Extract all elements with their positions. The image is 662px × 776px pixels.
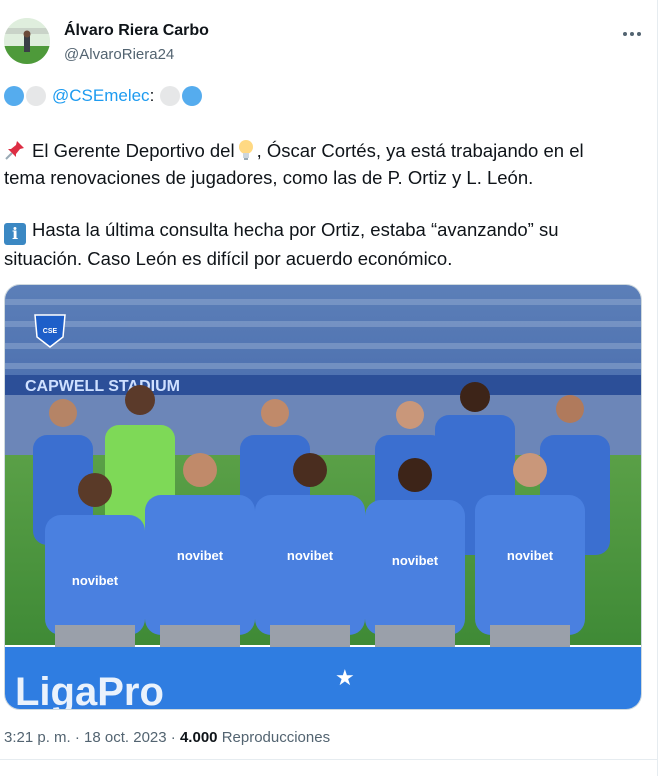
tweet-photo[interactable]: CAPWELL STADIUM CSE novibet novibet novi… — [4, 284, 642, 710]
mention-link[interactable]: @CSEmelec — [52, 84, 150, 108]
information-icon: i — [4, 223, 26, 245]
lightbulb-icon — [238, 140, 253, 160]
stadium-banner-text: CAPWELL STADIUM — [25, 378, 180, 395]
author-handle[interactable]: @AlvaroRiera24 — [64, 46, 174, 63]
paragraph1-text-before: El Gerente Deportivo del — [32, 140, 235, 161]
tweet-card: Álvaro Riera Carbo @AlvaroRiera24 @CSEme… — [0, 0, 662, 776]
author-name[interactable]: Álvaro Riera Carbo — [64, 22, 209, 40]
divider — [0, 759, 657, 760]
shirt-sponsor-text: novibet — [177, 548, 224, 563]
pushpin-icon — [5, 141, 24, 160]
white-circle-icon — [26, 86, 46, 106]
paragraph2-text: Hasta la última consulta hecha por Ortiz… — [4, 219, 559, 269]
avatar[interactable] — [4, 18, 50, 64]
tweet-paragraph-2: i Hasta la última consulta hecha por Orti… — [4, 216, 628, 272]
blue-circle-icon — [182, 86, 203, 106]
shirt-sponsor-text: novibet — [287, 548, 334, 563]
tweet-time[interactable]: 3:21 p. m. — [4, 729, 71, 746]
svg-text:★: ★ — [335, 666, 355, 691]
shirt-sponsor-text: novibet — [72, 573, 119, 588]
shirt-sponsor-text: novibet — [392, 553, 439, 568]
more-options-icon[interactable] — [618, 20, 646, 48]
views-count: 4.000 — [179, 729, 218, 746]
tweet-footer: 3:21 p. m. · 18 oct. 2023 · 4.000 Reprod… — [4, 729, 330, 746]
svg-text:CSE: CSE — [43, 328, 58, 335]
tweet-date[interactable]: 18 oct. 2023 — [84, 729, 167, 746]
mention-suffix: : — [149, 86, 155, 105]
footer-separator: · — [170, 729, 176, 746]
tweet-header: Álvaro Riera Carbo @AlvaroRiera24 — [4, 18, 646, 70]
divider — [657, 0, 658, 776]
mention-line: @CSEmelec : — [4, 84, 204, 108]
tweet-paragraph-1: El Gerente Deportivo del , Óscar Cortés,… — [4, 137, 628, 191]
white-circle-icon — [160, 86, 181, 106]
footer-separator: · — [74, 729, 80, 746]
ad-board-text: LigaPro — [15, 670, 164, 710]
blue-circle-icon — [4, 86, 24, 106]
views-label: Reproducciones — [221, 729, 331, 746]
shirt-sponsor-text: novibet — [507, 548, 554, 563]
